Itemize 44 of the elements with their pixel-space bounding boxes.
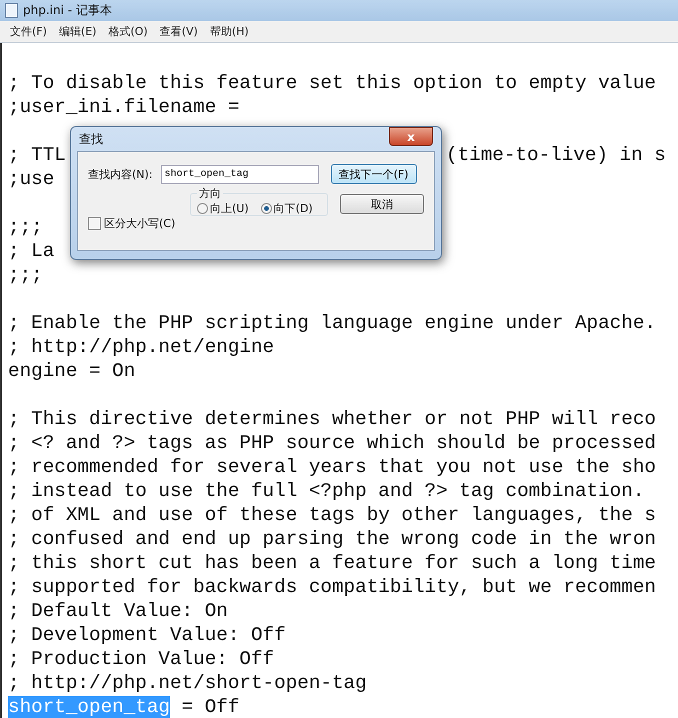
code-line: ; Development Value: Off [8,624,286,646]
menu-item[interactable]: 编辑(E) [52,24,102,39]
menu-item[interactable]: 格式(O) [102,24,154,39]
radio-label: 向上(U) [210,200,249,216]
code-line: ;user_ini.filename = [8,96,240,118]
code-line: ;;; [8,216,43,238]
code-line: ; confused and end up parsing the wrong code in the wron [8,528,656,550]
code-line: ; of XML and use of these tags by other languages, the s [8,504,656,526]
code-line: ; supported for backwards compatibility, but we recommen [8,576,656,598]
code-line: ; Production Value: Off [8,648,274,670]
code-line: ; La [8,240,54,262]
menu-item[interactable]: 查看(V) [154,24,204,39]
radio-button[interactable] [260,202,272,214]
code-line: ; http://php.net/short-open-tag [8,672,367,694]
radio-button[interactable] [197,202,208,214]
group-label: 方向 [198,186,222,201]
code-line: ; This directive determines whether or not PHP will reco [8,408,656,430]
menu-item[interactable]: 帮助(H) [204,24,255,39]
find-input-field[interactable]: short_open_tag [160,164,319,184]
checkbox[interactable] [88,217,101,230]
window-title: php.ini - 记事本 [23,2,112,19]
code-line: (time-to-live) in s [446,143,666,167]
code-line: ; TTL [8,144,66,166]
code-line: ; this short cut has been a feature for such a long time [8,552,656,574]
dialog-title: 查找 [79,130,103,148]
notepad-icon [5,3,18,18]
cancel-button[interactable]: 取消 [340,194,424,214]
code-line: ; Enable the PHP scripting language engine under Apache. [8,312,656,334]
find-next-button[interactable]: 查找下一个(F) [330,164,417,184]
radio-label: 向下(D) [274,200,313,216]
code-line: ; <? and ?> tags as PHP source which should be processed [8,432,656,454]
menu-item[interactable]: 文件(F) [4,24,53,39]
checkbox-label: 区分大小写(C) [104,216,176,231]
code-line: ; To disable this feature set this option to empty value [8,72,656,94]
code-line: ;;; [8,264,43,286]
code-line: ; instead to use the full <?php and ?> tag combination. [8,480,644,502]
code-line: ;use [8,168,54,190]
selected-text: short_open_tag [8,696,170,718]
code-line: ; Default Value: On [8,600,228,622]
find-label: 查找内容(N): [88,166,153,182]
code-line: = Off [180,696,240,718]
code-line: ; http://php.net/engine [8,336,274,358]
code-line: engine = On [8,360,136,382]
code-line: ; recommended for several years that you not use the sho [8,456,656,478]
